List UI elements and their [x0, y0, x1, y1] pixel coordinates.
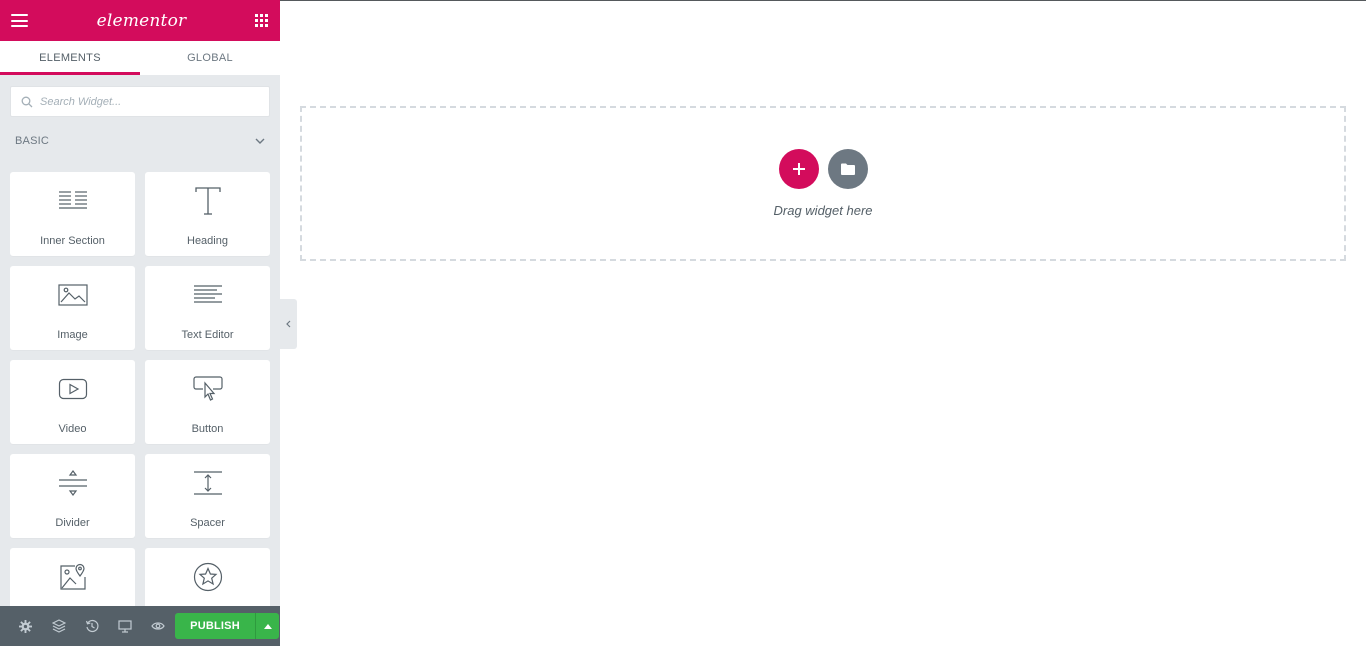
settings-button[interactable] [9, 606, 42, 646]
widget-label: Divider [55, 517, 90, 529]
heading-icon [194, 187, 221, 215]
search-icon [21, 96, 33, 107]
drop-zone-text: Drag widget here [773, 203, 873, 218]
add-section-button[interactable] [778, 149, 819, 189]
responsive-mode-button[interactable] [108, 606, 141, 646]
chevron-down-icon [255, 138, 265, 144]
widget-label: Image [57, 329, 88, 341]
history-button[interactable] [75, 606, 108, 646]
tab-global[interactable]: GLOBAL [140, 41, 280, 75]
spacer-icon [193, 471, 222, 495]
category-label: BASIC [15, 135, 50, 147]
preview-button[interactable] [141, 606, 174, 646]
widget-heading[interactable]: Heading [145, 172, 270, 256]
history-icon [85, 619, 98, 633]
navigator-button[interactable] [42, 606, 75, 646]
widget-label: Button [191, 423, 224, 435]
widget-button[interactable]: Button [145, 360, 270, 444]
plus-icon [792, 163, 805, 175]
eye-icon [150, 622, 165, 630]
desktop-icon [117, 619, 132, 633]
widget-label: Inner Section [40, 235, 105, 247]
columns-icon [58, 191, 87, 209]
layers-icon [51, 619, 66, 633]
preview-canvas: Drag widget here [280, 0, 1366, 646]
widget-grid: Inner Section Heading Image Text Editor … [0, 161, 280, 632]
elementor-logo: elementor [96, 10, 187, 31]
widget-video[interactable]: Video [10, 360, 135, 444]
widget-label: Spacer [190, 517, 225, 529]
tab-elements[interactable]: ELEMENTS [0, 41, 140, 75]
category-basic[interactable]: BASIC [0, 121, 280, 161]
search-input[interactable] [40, 95, 240, 108]
publish-button[interactable]: PUBLISH [175, 613, 255, 639]
panel-tabs: ELEMENTS GLOBAL [0, 41, 280, 75]
widget-divider[interactable]: Divider [10, 454, 135, 538]
button-icon [192, 376, 223, 401]
panel-header: elementor [0, 0, 280, 41]
google-maps-icon [59, 563, 86, 590]
text-editor-icon [193, 285, 222, 303]
search-box [10, 86, 270, 117]
folder-icon [840, 163, 855, 175]
video-icon [58, 378, 87, 400]
widget-label: Text Editor [181, 329, 234, 341]
drop-zone[interactable]: Drag widget here [300, 106, 1346, 261]
publish-options-button[interactable] [255, 613, 279, 639]
divider-icon [58, 470, 87, 496]
caret-up-icon [263, 623, 272, 629]
widget-inner-section[interactable]: Inner Section [10, 172, 135, 256]
panel-footer: PUBLISH [0, 606, 280, 646]
widget-label: Heading [187, 235, 228, 247]
widgets-grid-icon[interactable] [255, 14, 268, 27]
editor-panel: elementor ELEMENTS GLOBAL BASIC [0, 0, 280, 646]
add-template-button[interactable] [827, 149, 868, 189]
star-icon [193, 562, 222, 592]
widget-spacer[interactable]: Spacer [145, 454, 270, 538]
gear-icon [19, 619, 32, 633]
widget-label: Video [58, 423, 87, 435]
menu-icon[interactable] [11, 14, 28, 27]
image-icon [57, 284, 88, 306]
widget-text-editor[interactable]: Text Editor [145, 266, 270, 350]
widget-image[interactable]: Image [10, 266, 135, 350]
